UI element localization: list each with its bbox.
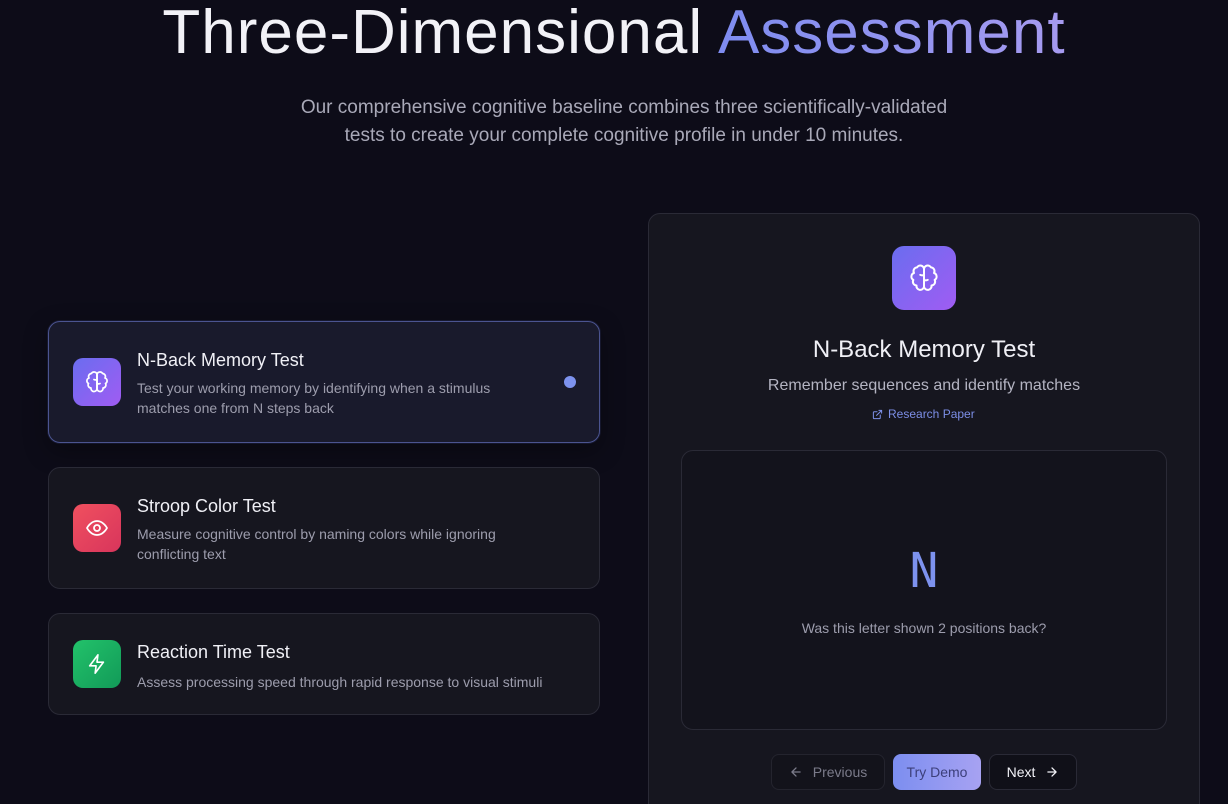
page: Three-Dimensional Assessment Our compreh… (0, 0, 1228, 804)
eye-icon (73, 504, 121, 552)
active-indicator-dot (564, 376, 576, 388)
previous-button[interactable]: Previous (771, 754, 885, 790)
lightning-icon (73, 640, 121, 688)
demo-stimulus-letter: N (909, 543, 939, 599)
research-paper-label: Research Paper (888, 407, 975, 421)
page-subtitle: Our comprehensive cognitive baseline com… (264, 94, 984, 150)
brain-icon (73, 358, 121, 406)
test-card-reaction-time[interactable]: Reaction Time Test Assess processing spe… (48, 613, 600, 715)
research-paper-link[interactable]: Research Paper (872, 407, 975, 421)
test-description: Measure cognitive control by naming colo… (137, 524, 557, 564)
preview-subtitle: Remember sequences and identify matches (767, 377, 1081, 394)
demo-area: N Was this letter shown 2 positions back… (681, 450, 1167, 730)
preview-title: N-Back Memory Test (812, 336, 1036, 363)
try-demo-button-label: Try Demo (906, 764, 968, 780)
page-subtitle-line-1: Our comprehensive cognitive baseline com… (300, 97, 948, 118)
test-title: Reaction Time Test (137, 642, 290, 662)
previous-button-label: Previous (812, 764, 868, 780)
next-button[interactable]: Next (989, 754, 1077, 790)
next-button-label: Next (1006, 764, 1036, 780)
test-title: Stroop Color Test (137, 496, 276, 516)
arrow-left-icon (791, 767, 801, 777)
test-description: Test your working memory by identifying … (137, 378, 557, 418)
test-card-n-back[interactable]: N-Back Memory Test Test your working mem… (48, 321, 600, 443)
test-title: N-Back Memory Test (137, 350, 304, 370)
test-description-line-2: matches one from N steps back (137, 400, 334, 416)
try-demo-button[interactable]: Try Demo (893, 754, 981, 790)
test-description-line-1: Measure cognitive control by naming colo… (137, 526, 496, 542)
test-description: Assess processing speed through rapid re… (137, 672, 577, 692)
demo-question: Was this letter shown 2 positions back? (801, 620, 1047, 636)
page-title: Three-Dimensional Assessment (0, 0, 1228, 66)
test-description-line-1: Assess processing speed through rapid re… (137, 674, 543, 690)
page-title-accent: Assessment (717, 0, 1066, 67)
test-card-stroop[interactable]: Stroop Color Test Measure cognitive cont… (48, 467, 600, 589)
test-description-line-2: conflicting text (137, 546, 226, 562)
test-description-line-1: Test your working memory by identifying … (137, 380, 491, 396)
brain-icon (892, 246, 956, 310)
arrow-right-icon (1047, 767, 1058, 777)
external-link-icon (872, 409, 883, 419)
page-title-main: Three-Dimensional (162, 0, 704, 67)
test-preview-panel: N-Back Memory Test Remember sequences an… (648, 213, 1200, 804)
page-subtitle-line-2: tests to create your complete cognitive … (344, 125, 904, 146)
